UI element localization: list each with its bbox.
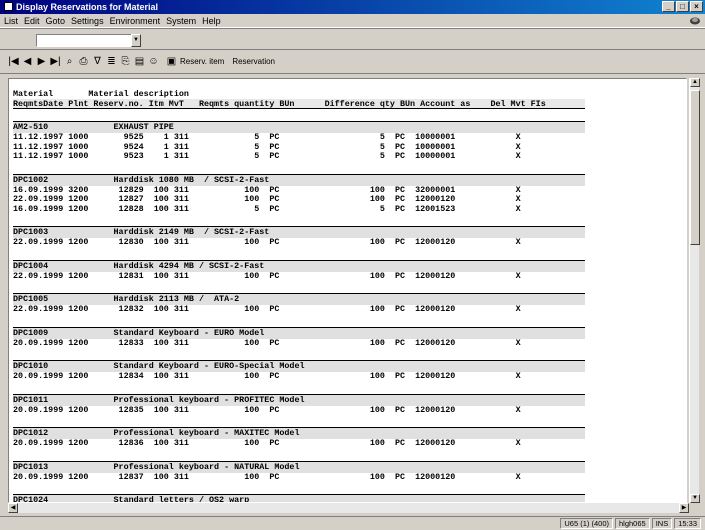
status-time: 15:33: [674, 518, 701, 529]
reservation-row[interactable]: 20.09.1999 1200 12834 100 311 100 PC 100…: [13, 371, 585, 382]
reservation-row[interactable]: 22.09.1999 1200 12832 100 311 100 PC 100…: [13, 304, 585, 315]
scroll-right-arrow-icon[interactable]: ▶: [679, 503, 689, 513]
vertical-scrollbar[interactable]: ▲ ▼: [689, 78, 700, 503]
menu-goto[interactable]: Goto: [46, 16, 66, 26]
material-group: DPC1011 Professional keyboard - PROFITEC…: [13, 393, 585, 416]
window-icon: [4, 2, 13, 11]
material-group: DPC1013 Professional keyboard - NATURAL …: [13, 460, 585, 483]
menu-bar: List Edit Goto Settings Environment Syst…: [0, 14, 705, 28]
column-header-line-1: Material Material description: [13, 89, 189, 99]
reservation-button[interactable]: Reservation: [232, 57, 275, 66]
reserv-item-button[interactable]: Reserv. item: [180, 57, 224, 66]
maximize-button[interactable]: □: [676, 1, 689, 12]
next-page-icon[interactable]: ▶: [36, 56, 47, 68]
material-group: DPC1005 Harddisk 2113 MB / ATA-2 22.09.19…: [13, 293, 585, 315]
command-field[interactable]: [36, 34, 132, 47]
layout-icon[interactable]: ▤: [134, 56, 145, 68]
reservation-row[interactable]: 20.09.1999 1200 12833 100 311 100 PC 100…: [13, 338, 585, 349]
previous-page-icon[interactable]: ◀: [22, 56, 33, 68]
export-icon[interactable]: ⎘: [120, 56, 131, 68]
material-group-header[interactable]: DPC1002 Harddisk 1080 MB / SCSI-2-Fast: [13, 174, 585, 186]
material-group: DPC1012 Professional keyboard - MAXITEC …: [13, 427, 585, 449]
scroll-left-arrow-icon[interactable]: ◀: [8, 503, 18, 513]
last-page-icon[interactable]: ▶|: [50, 56, 61, 68]
user-icon[interactable]: ☺: [148, 56, 159, 68]
menu-environment[interactable]: Environment: [110, 16, 161, 26]
find-icon[interactable]: ⌕: [64, 56, 75, 68]
menu-help[interactable]: Help: [202, 16, 221, 26]
material-group: AM2-510 EXHAUST PIPE 11.12.1997 1000 9525…: [13, 121, 585, 162]
reservation-row[interactable]: 20.09.1999 1200 12837 100 311 100 PC 100…: [13, 472, 585, 483]
menu-settings[interactable]: Settings: [71, 16, 104, 26]
close-button[interactable]: ×: [690, 1, 703, 12]
window-title: Display Reservations for Material: [16, 2, 159, 12]
status-system: U65 (1) (400): [560, 518, 613, 529]
material-group: DPC1009 Standard Keyboard - EURO Model 20…: [13, 326, 585, 349]
sort-icon[interactable]: ≣: [106, 56, 117, 68]
system-toolbar: ▼: [0, 28, 705, 50]
reservation-row[interactable]: 11.12.1997 1000 9523 1 311 5 PC 5 PC 100…: [13, 151, 585, 162]
material-group: DPC1002 Harddisk 1080 MB / SCSI-2-Fast 16…: [13, 173, 585, 215]
first-page-icon[interactable]: |◀: [8, 56, 19, 68]
scroll-down-arrow-icon[interactable]: ▼: [690, 494, 700, 503]
reservation-row[interactable]: 20.09.1999 1200 12836 100 311 100 PC 100…: [13, 438, 585, 449]
status-bar: U65 (1) (400) hlgh065 INS 15:33: [0, 516, 705, 530]
reservation-row[interactable]: 20.09.1999 1200 12835 100 311 100 PC 100…: [13, 405, 585, 416]
title-bar: Display Reservations for Material _ □ ×: [0, 0, 705, 14]
application-toolbar: |◀ ◀ ▶ ▶| ⌕ ⎙ ∇ ≣ ⎘ ▤ ☺ ▣ Reserv. item R…: [0, 50, 705, 74]
minimize-button[interactable]: _: [662, 1, 675, 12]
menu-edit[interactable]: Edit: [24, 16, 40, 26]
column-header-line-2: ReqmtsDate Plnt Reserv.no. Itm MvT Reqmt…: [13, 99, 585, 109]
material-group: DPC1010 Standard Keyboard - EURO-Special…: [13, 360, 585, 382]
reservation-row[interactable]: 22.09.1999 1200 12830 100 311 100 PC 100…: [13, 237, 585, 248]
material-group-header[interactable]: DPC1009 Standard Keyboard - EURO Model: [13, 327, 585, 339]
reservation-row[interactable]: 22.09.1999 1200 12831 100 311 100 PC 100…: [13, 271, 585, 282]
vertical-scroll-thumb[interactable]: [690, 90, 700, 245]
material-group-header[interactable]: DPC1024 Standard letters / OS2 warp: [13, 495, 585, 502]
reserv-item-icon[interactable]: ▣: [166, 56, 177, 68]
menu-list[interactable]: List: [4, 16, 18, 26]
material-group: DPC1004 Harddisk 4294 MB / SCSI-2-Fast 22…: [13, 259, 585, 282]
sap-activity-icon: [690, 17, 700, 25]
material-group-header[interactable]: DPC1011 Professional keyboard - PROFITEC…: [13, 394, 585, 406]
print-icon[interactable]: ⎙: [78, 56, 89, 68]
reservation-row[interactable]: 16.09.1999 1200 12828 100 311 5 PC 5 PC …: [13, 204, 585, 215]
material-group: DPC1024 Standard letters / OS2 warp: [13, 494, 585, 502]
filter-icon[interactable]: ∇: [92, 56, 103, 68]
material-group-header[interactable]: DPC1004 Harddisk 4294 MB / SCSI-2-Fast: [13, 260, 585, 272]
material-group-header[interactable]: DPC1013 Professional keyboard - NATURAL …: [13, 461, 585, 473]
menu-system[interactable]: System: [166, 16, 196, 26]
status-host: hlgh065: [615, 518, 650, 529]
status-mode: INS: [651, 518, 673, 529]
scroll-up-arrow-icon[interactable]: ▲: [690, 78, 700, 87]
report-list: Material Material description ReqmtsDate…: [8, 78, 687, 503]
material-group: DPC1003 Harddisk 2149 MB / SCSI-2-Fast 22…: [13, 226, 585, 248]
command-dropdown-button[interactable]: ▼: [131, 34, 141, 47]
horizontal-scrollbar[interactable]: ◀ ▶: [8, 503, 689, 513]
